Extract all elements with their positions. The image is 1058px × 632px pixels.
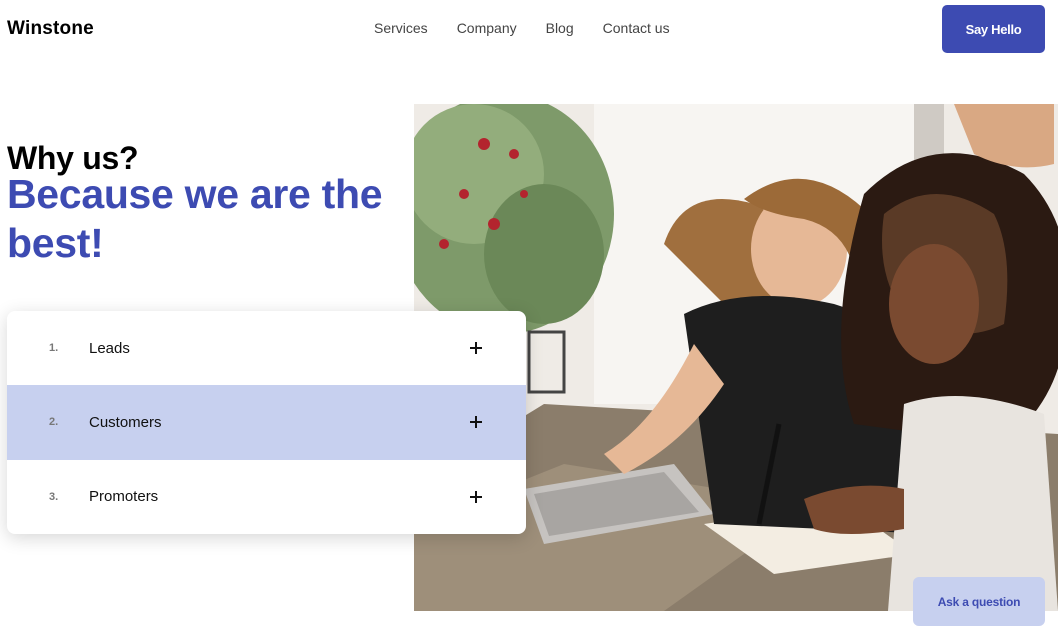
features-accordion: 1. Leads 2. Customers 3. Promoters <box>7 311 526 534</box>
nav-contact-us[interactable]: Contact us <box>603 20 670 36</box>
accordion-item-label: Leads <box>89 339 130 357</box>
ask-question-button[interactable]: Ask a question <box>913 577 1045 626</box>
accordion-item-number: 2. <box>49 416 59 429</box>
plus-icon[interactable] <box>467 413 485 431</box>
accordion-item-leads[interactable]: 1. Leads <box>7 311 526 385</box>
nav-services[interactable]: Services <box>374 20 428 36</box>
nav-company[interactable]: Company <box>457 20 517 36</box>
accordion-item-label: Customers <box>89 413 162 431</box>
accordion-item-customers[interactable]: 2. Customers <box>7 385 526 460</box>
say-hello-button[interactable]: Say Hello <box>942 5 1045 53</box>
main-nav: Services Company Blog Contact us <box>374 20 670 36</box>
accordion-item-number: 1. <box>49 342 59 355</box>
section-subheading: Because we are the best! <box>7 171 383 266</box>
accordion-item-number: 3. <box>49 490 59 503</box>
plus-icon[interactable] <box>467 339 485 357</box>
accordion-item-label: Promoters <box>89 488 159 506</box>
plus-icon[interactable] <box>467 488 485 506</box>
logo[interactable]: Winstone <box>7 18 94 40</box>
nav-blog[interactable]: Blog <box>546 20 574 36</box>
accordion-item-promoters[interactable]: 3. Promoters <box>7 460 526 534</box>
